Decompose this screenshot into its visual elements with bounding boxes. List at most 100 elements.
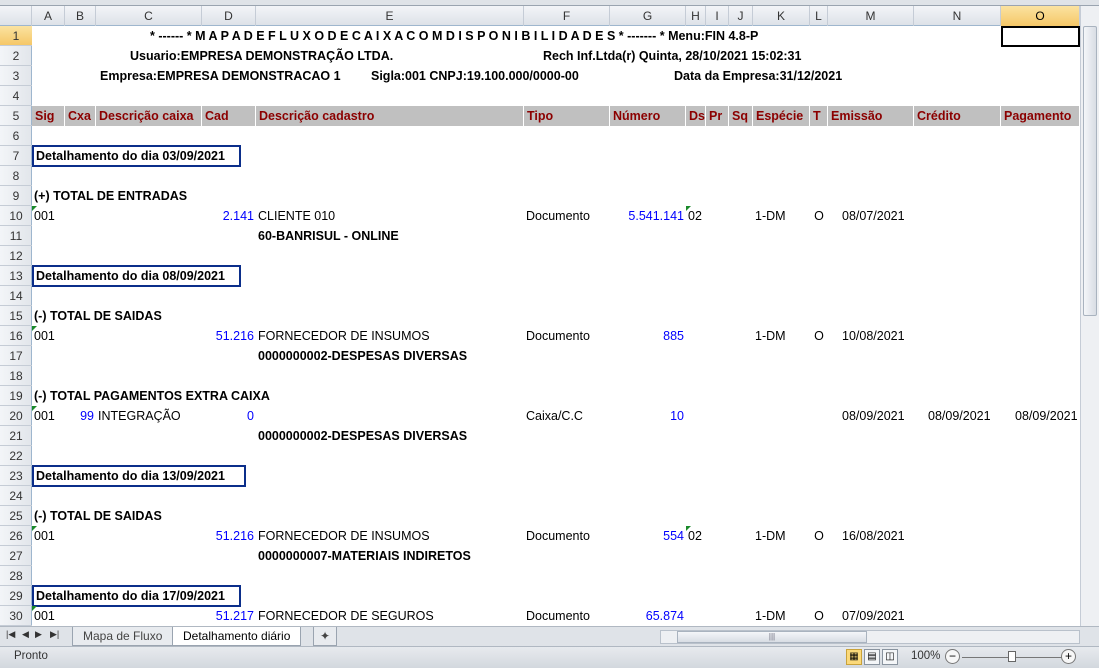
row-header-11[interactable]: 11 <box>0 226 32 246</box>
horizontal-scrollbar[interactable]: ||| <box>660 630 1080 644</box>
row-header-28[interactable]: 28 <box>0 566 32 586</box>
cell-K10[interactable]: 1-DM <box>753 206 788 226</box>
cell-L16[interactable]: O <box>810 326 828 346</box>
cell-E21[interactable]: 0000000002-DESPESAS DIVERSAS <box>256 426 469 446</box>
column-header-A[interactable]: A <box>32 6 65 26</box>
last-sheet-icon[interactable]: ▶| <box>50 629 59 640</box>
column-header-H[interactable]: H <box>686 6 706 26</box>
row-header-2[interactable]: 2 <box>0 46 32 66</box>
zoom-slider-handle[interactable] <box>1008 651 1016 662</box>
row-header-4[interactable]: 4 <box>0 86 32 106</box>
column-header-D[interactable]: D <box>202 6 256 26</box>
cell-D16[interactable]: 51.216 <box>202 326 256 346</box>
select-all-corner[interactable] <box>0 6 32 26</box>
cell-M16[interactable]: 10/08/2021 <box>840 326 907 346</box>
row-header-14[interactable]: 14 <box>0 286 32 306</box>
cell-G20[interactable]: 10 <box>610 406 686 426</box>
row-header-1[interactable]: 1 <box>0 26 32 46</box>
column-header-K[interactable]: K <box>753 6 810 26</box>
cell-N20[interactable]: 08/09/2021 <box>926 406 993 426</box>
row-header-25[interactable]: 25 <box>0 506 32 526</box>
column-header-G[interactable]: G <box>610 6 686 26</box>
row-header-18[interactable]: 18 <box>0 366 32 386</box>
horizontal-scroll-thumb[interactable]: ||| <box>677 631 867 643</box>
normal-view-icon[interactable]: ▦ <box>846 649 862 665</box>
cell-O20[interactable]: 08/09/2021 <box>1013 406 1080 426</box>
cell-L26[interactable]: O <box>810 526 828 546</box>
vertical-scroll-thumb[interactable] <box>1083 26 1097 316</box>
prev-sheet-icon[interactable]: ◀ <box>22 629 29 640</box>
cell-F20[interactable]: Caixa/C.C <box>524 406 585 426</box>
row-header-19[interactable]: 19 <box>0 386 32 406</box>
column-header-F[interactable]: F <box>524 6 610 26</box>
column-header-O[interactable]: O <box>1001 6 1080 26</box>
row-header-17[interactable]: 17 <box>0 346 32 366</box>
row-header-24[interactable]: 24 <box>0 486 32 506</box>
next-sheet-icon[interactable]: ▶ <box>35 629 42 640</box>
cell-M10[interactable]: 08/07/2021 <box>840 206 907 226</box>
cell-M30[interactable]: 07/09/2021 <box>840 606 907 626</box>
cell-M26[interactable]: 16/08/2021 <box>840 526 907 546</box>
cell-K16[interactable]: 1-DM <box>753 326 788 346</box>
cell-G16[interactable]: 885 <box>610 326 686 346</box>
cell-D10[interactable]: 2.141 <box>202 206 256 226</box>
cell-G30[interactable]: 65.874 <box>610 606 686 626</box>
row-header-16[interactable]: 16 <box>0 326 32 346</box>
first-sheet-icon[interactable]: |◀ <box>6 629 15 640</box>
cell-F26[interactable]: Documento <box>524 526 592 546</box>
row-header-30[interactable]: 30 <box>0 606 32 626</box>
row-header-29[interactable]: 29 <box>0 586 32 606</box>
row-header-15[interactable]: 15 <box>0 306 32 326</box>
row-header-10[interactable]: 10 <box>0 206 32 226</box>
column-header-E[interactable]: E <box>256 6 524 26</box>
row-header-5[interactable]: 5 <box>0 106 32 126</box>
row-header-6[interactable]: 6 <box>0 126 32 146</box>
zoom-in-icon[interactable]: + <box>1061 649 1076 664</box>
column-header-C[interactable]: C <box>96 6 202 26</box>
row-header-27[interactable]: 27 <box>0 546 32 566</box>
column-header-N[interactable]: N <box>914 6 1001 26</box>
page-layout-view-icon[interactable]: ▤ <box>864 649 880 665</box>
cell-K26[interactable]: 1-DM <box>753 526 788 546</box>
row-header-12[interactable]: 12 <box>0 246 32 266</box>
column-header-J[interactable]: J <box>729 6 753 26</box>
cell-E11[interactable]: 60-BANRISUL - ONLINE <box>256 226 401 246</box>
cell-G10[interactable]: 5.541.141 <box>610 206 686 226</box>
column-header-B[interactable]: B <box>65 6 96 26</box>
cell-M20[interactable]: 08/09/2021 <box>840 406 907 426</box>
cell-G26[interactable]: 554 <box>610 526 686 546</box>
row-header-7[interactable]: 7 <box>0 146 32 166</box>
cell-E16[interactable]: FORNECEDOR DE INSUMOS <box>256 326 432 346</box>
selected-cell[interactable] <box>1001 26 1080 47</box>
zoom-level[interactable]: 100% <box>911 650 940 662</box>
tab-mapa-de-fluxo[interactable]: Mapa de Fluxo <box>72 627 174 646</box>
cell-D20[interactable]: 0 <box>202 406 256 426</box>
cell-E17[interactable]: 0000000002-DESPESAS DIVERSAS <box>256 346 469 366</box>
column-header-I[interactable]: I <box>706 6 729 26</box>
cell-F16[interactable]: Documento <box>524 326 592 346</box>
row-header-22[interactable]: 22 <box>0 446 32 466</box>
zoom-out-icon[interactable]: − <box>945 649 960 664</box>
cell-L30[interactable]: O <box>810 606 828 626</box>
row-header-13[interactable]: 13 <box>0 266 32 286</box>
row-header-20[interactable]: 20 <box>0 406 32 426</box>
row-header-8[interactable]: 8 <box>0 166 32 186</box>
cell-D30[interactable]: 51.217 <box>202 606 256 626</box>
cell-F10[interactable]: Documento <box>524 206 592 226</box>
row-header-23[interactable]: 23 <box>0 466 32 486</box>
cell-F30[interactable]: Documento <box>524 606 592 626</box>
page-break-view-icon[interactable]: ◫ <box>882 649 898 665</box>
vertical-scrollbar[interactable] <box>1080 6 1099 626</box>
column-header-M[interactable]: M <box>828 6 914 26</box>
cell-E26[interactable]: FORNECEDOR DE INSUMOS <box>256 526 432 546</box>
cell-E10[interactable]: CLIENTE 010 <box>256 206 337 226</box>
cell-D26[interactable]: 51.216 <box>202 526 256 546</box>
cell-B20[interactable]: 99 <box>65 406 96 426</box>
row-header-21[interactable]: 21 <box>0 426 32 446</box>
cell-E30[interactable]: FORNECEDOR DE SEGUROS <box>256 606 436 626</box>
column-header-L[interactable]: L <box>810 6 828 26</box>
insert-sheet-icon[interactable]: ✦ <box>313 627 338 646</box>
row-header-3[interactable]: 3 <box>0 66 32 86</box>
row-header-26[interactable]: 26 <box>0 526 32 546</box>
row-header-9[interactable]: 9 <box>0 186 32 206</box>
